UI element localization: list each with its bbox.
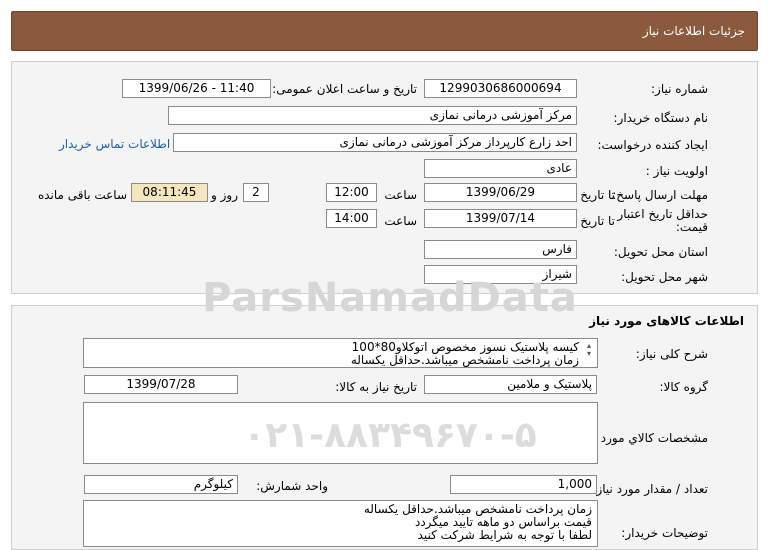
- deadline-to-date-label: تا تاریخ :: [572, 188, 615, 202]
- need-date-label: تاریخ نیاز به کالا:: [335, 380, 417, 394]
- validity-label-line2: قیمت:: [675, 220, 708, 234]
- summary-textarea[interactable]: کیسه پلاستیک نسوز مخصوص اتوکلاو80*100 زم…: [83, 338, 598, 368]
- unit-field: کیلوگرم: [84, 475, 238, 494]
- remaining-days-field: 2: [243, 183, 269, 202]
- validity-time-field: 14:00: [326, 209, 377, 228]
- goods-section-title: اطلاعات کالاهای مورد نیاز: [589, 314, 744, 328]
- validity-time-label: ساعت: [384, 214, 417, 228]
- page-header: جزئیات اطلاعات نیاز: [11, 11, 758, 51]
- remaining-time-label: ساعت باقی مانده: [37, 188, 127, 202]
- deadline-time-field: 12:00: [326, 183, 377, 202]
- need-date-field: 1399/07/28: [84, 375, 238, 394]
- announce-field: 1399/06/26 - 11:40: [122, 79, 271, 98]
- quantity-field: 1,000: [450, 475, 597, 494]
- goods-group-label: گروه کالا:: [659, 380, 709, 394]
- summary-line: زمان پرداخت نامشخص میباشد.حداقل یکساله: [350, 353, 579, 367]
- requester-field: احد زارع کارپرداز مرکز آموزشی درمانی نما…: [173, 133, 577, 152]
- unit-label: واحد شمارش:: [256, 479, 328, 493]
- need-number-label: شماره نیاز:: [651, 82, 708, 96]
- resize-handle-icon[interactable]: ▴ ▾: [587, 342, 591, 358]
- province-label: استان محل تحویل:: [613, 245, 708, 259]
- buyer-notes-label: توضیحات خریدار:: [621, 526, 708, 540]
- deadline-time-label: ساعت: [384, 188, 417, 202]
- specs-textarea[interactable]: [83, 402, 598, 464]
- page-title: جزئیات اطلاعات نیاز: [642, 24, 745, 38]
- validity-to-date-label: تا تاریخ :: [572, 214, 615, 228]
- city-field: شیراز: [424, 265, 577, 284]
- remaining-time-field: 08:11:45: [131, 183, 208, 202]
- validity-date-field: 1399/07/14: [424, 209, 577, 228]
- deadline-date-field: 1399/06/29: [424, 183, 577, 202]
- buyer-notes-textarea[interactable]: زمان پرداخت نامشخص میباشد.حداقل یکساله ق…: [83, 500, 598, 547]
- announce-label: تاریخ و ساعت اعلان عمومی:: [272, 82, 417, 96]
- buyer-contact-link[interactable]: اطلاعات تماس خریدار: [59, 137, 170, 151]
- priority-label: اولویت نیاز :: [645, 164, 708, 178]
- days-label: روز و: [211, 188, 238, 202]
- buyer-org-field: مرکز آموزشی درمانی نمازی: [168, 106, 577, 125]
- validity-label-line1: حداقل تاریخ اعتبار: [617, 207, 708, 221]
- requester-label: ایجاد کننده درخواست:: [597, 138, 708, 152]
- summary-label: شرح کلی نیاز:: [635, 347, 708, 361]
- buyer-org-label: نام دستگاه خریدار:: [613, 111, 709, 125]
- buyer-notes-line: لطفا با توجه به شرایط شرکت کنید: [417, 528, 592, 542]
- quantity-label: تعداد / مقدار مورد نیاز:: [592, 482, 708, 496]
- city-label: شهر محل تحویل:: [621, 270, 708, 284]
- deadline-label: مهلت ارسال پاسخ:: [612, 188, 708, 202]
- need-number-field: 1299030686000694: [424, 79, 577, 98]
- priority-field: عادی: [424, 159, 577, 178]
- goods-group-field: پلاستیک و ملامین: [424, 375, 597, 394]
- province-field: فارس: [424, 240, 577, 259]
